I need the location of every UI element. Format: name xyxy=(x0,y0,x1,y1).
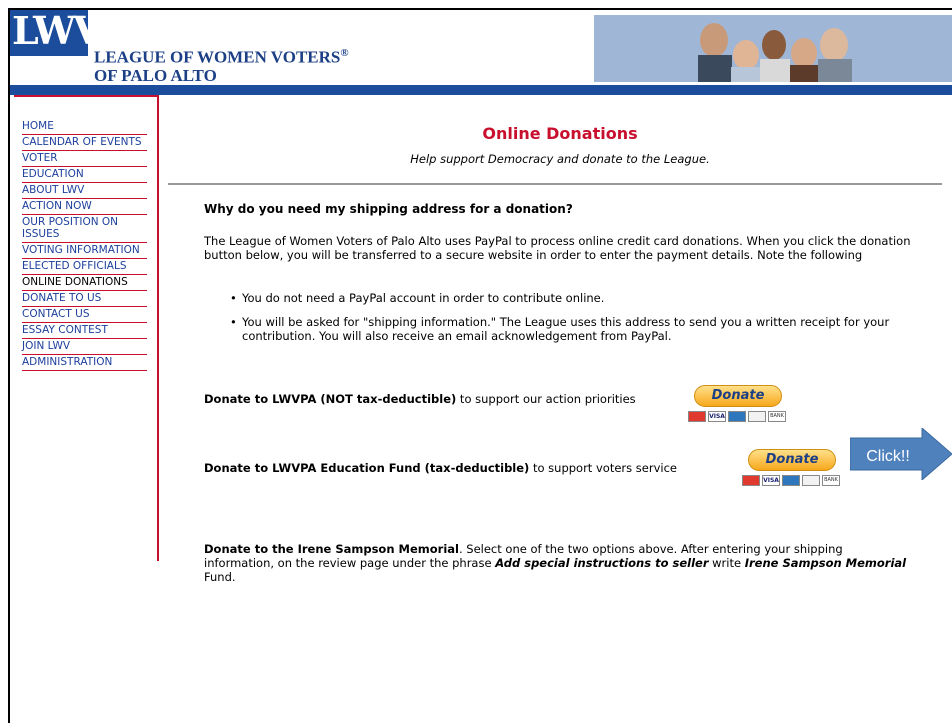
sidebar-item-elected-officials[interactable]: ELECTED OFFICIALS xyxy=(22,259,147,275)
list-item: You will be asked for "shipping informat… xyxy=(226,315,916,343)
card-logos: VISA BANK xyxy=(688,411,790,423)
sidebar-item-about[interactable]: ABOUT LWV xyxy=(22,183,147,199)
memorial-text: Fund. xyxy=(204,570,236,584)
sidebar-item-education[interactable]: EDUCATION xyxy=(22,167,147,183)
donate-button[interactable]: Donate xyxy=(694,385,782,407)
memorial-text: write xyxy=(708,556,745,570)
org-name-line2: OF PALO ALTO xyxy=(94,65,217,85)
bank-icon: BANK xyxy=(768,411,786,422)
donate-text-lwvpa: Donate to LWVPA (NOT tax-deductible) to … xyxy=(204,392,636,406)
discover-icon xyxy=(802,475,820,486)
registered-mark: ® xyxy=(340,47,349,59)
mastercard-icon xyxy=(688,411,706,422)
sidebar-item-essay-contest[interactable]: ESSAY CONTEST xyxy=(22,323,147,339)
faq-heading: Why do you need my shipping address for … xyxy=(204,202,573,216)
sidebar-item-voting-info[interactable]: VOTING INFORMATION xyxy=(22,243,147,259)
sidebar-item-administration[interactable]: ADMINISTRATION xyxy=(22,355,147,371)
sidebar-item-contact[interactable]: CONTACT US xyxy=(22,307,147,323)
header-bar xyxy=(10,85,952,95)
memorial-instruction: Add special instructions to seller xyxy=(495,556,709,570)
intro-paragraph: The League of Women Voters of Palo Alto … xyxy=(204,234,911,262)
org-name-line1: LEAGUE OF WOMEN VOTERS xyxy=(94,47,341,67)
amex-icon xyxy=(782,475,800,486)
sidebar-item-donate[interactable]: DONATE TO US xyxy=(22,291,147,307)
paypal-donate-lwvpa: Donate VISA BANK xyxy=(688,385,790,427)
donate-education-label: Donate to LWVPA Education Fund (tax-dedu… xyxy=(204,461,530,475)
notes-list: You do not need a PayPal account in orde… xyxy=(226,291,916,353)
sidebar-item-positions[interactable]: OUR POSITION ON ISSUES xyxy=(22,215,147,243)
donate-lwvpa-label: Donate to LWVPA (NOT tax-deductible) xyxy=(204,392,457,406)
bank-icon: BANK xyxy=(822,475,840,486)
donate-button[interactable]: Donate xyxy=(748,449,836,471)
sidebar-item-join[interactable]: JOIN LWV xyxy=(22,339,147,355)
memorial-fund-name: Irene Sampson Memorial xyxy=(744,556,907,570)
sidebar-nav: HOME CALENDAR OF EVENTS VOTER EDUCATION … xyxy=(22,119,147,371)
page-title: Online Donations xyxy=(482,124,638,143)
org-name: LEAGUE OF WOMEN VOTERS® OF PALO ALTO xyxy=(94,44,349,85)
lwv-logo[interactable]: LWV xyxy=(10,10,102,85)
donation-info: Why do you need my shipping address for … xyxy=(204,202,916,584)
sidebar-item-action-now[interactable]: ACTION NOW xyxy=(22,199,147,215)
logo-flag-panel xyxy=(10,56,88,85)
callout-text: Click!! xyxy=(866,448,910,465)
page-subtitle: Help support Democracy and donate to the… xyxy=(410,152,710,166)
donate-row-lwvpa: Donate to LWVPA (NOT tax-deductible) to … xyxy=(204,385,916,429)
sidebar-item-calendar[interactable]: CALENDAR OF EVENTS xyxy=(22,135,147,151)
card-logos: VISA BANK xyxy=(742,475,844,487)
sidebar-item-voter[interactable]: VOTER xyxy=(22,151,147,167)
sidebar: HOME CALENDAR OF EVENTS VOTER EDUCATION … xyxy=(14,95,159,561)
memorial-paragraph: Donate to the Irene Sampson Memorial. Se… xyxy=(204,542,916,584)
mastercard-icon xyxy=(742,475,760,486)
people-photo xyxy=(594,15,952,82)
header-photo xyxy=(594,15,952,82)
click-callout-arrow: Click!! xyxy=(850,428,952,480)
logo-text: LWV xyxy=(12,8,102,53)
browser-page: LWV LEAGUE OF WOMEN VOTERS® OF PALO ALTO xyxy=(8,8,952,723)
discover-icon xyxy=(748,411,766,422)
site-header: LWV LEAGUE OF WOMEN VOTERS® OF PALO ALTO xyxy=(10,10,952,85)
visa-icon: VISA xyxy=(708,411,726,422)
sidebar-item-online-donations[interactable]: ONLINE DONATIONS xyxy=(22,275,147,291)
sidebar-item-home[interactable]: HOME xyxy=(22,119,147,135)
paypal-donate-education: Donate VISA BANK xyxy=(742,449,844,491)
donate-row-education-fund: Donate to LWVPA Education Fund (tax-dedu… xyxy=(204,449,916,493)
donate-lwvpa-desc: to support our action priorities xyxy=(456,392,636,406)
donate-text-education: Donate to LWVPA Education Fund (tax-dedu… xyxy=(204,461,677,475)
donate-education-desc: to support voters service xyxy=(529,461,677,475)
memorial-heading: Donate to the Irene Sampson Memorial xyxy=(204,542,459,556)
visa-icon: VISA xyxy=(762,475,780,486)
divider xyxy=(168,183,942,185)
list-item: You do not need a PayPal account in orde… xyxy=(226,291,916,305)
amex-icon xyxy=(728,411,746,422)
